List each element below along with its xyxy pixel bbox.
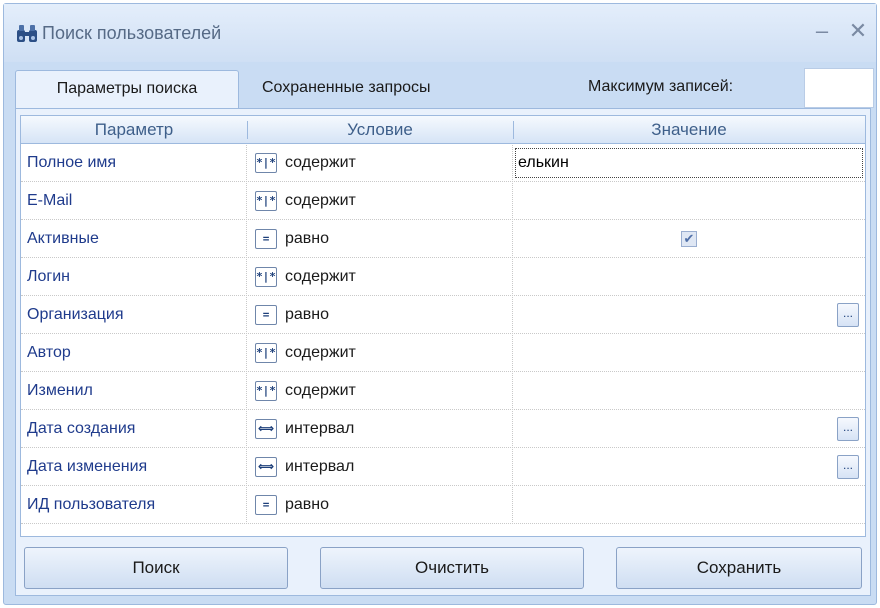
column-header-value[interactable]: Значение: [513, 116, 865, 144]
condition-cell[interactable]: ⟺ интервал: [247, 449, 513, 486]
search-users-window: Поиск пользователей – ✕ Параметры поиска…: [3, 3, 877, 605]
value-cell[interactable]: [513, 373, 865, 410]
condition-label: интервал: [285, 458, 355, 475]
search-button[interactable]: Поиск: [24, 547, 288, 589]
value-cell[interactable]: [513, 335, 865, 372]
grid-row-active[interactable]: Активные = равно ✔: [21, 221, 865, 258]
created-date-browse-button[interactable]: ...: [837, 417, 859, 441]
grid-row-modified-date[interactable]: Дата изменения ⟺ интервал ...: [21, 449, 865, 486]
max-records-label: Максимум записей:: [588, 78, 734, 95]
param-label: Организация: [21, 297, 247, 334]
param-label: Полное имя: [21, 145, 247, 182]
title-bar[interactable]: Поиск пользователей – ✕: [4, 4, 876, 62]
organization-browse-button[interactable]: ...: [837, 303, 859, 327]
modified-date-browse-button[interactable]: ...: [837, 455, 859, 479]
tab-strip: Параметры поиска Сохраненные запросы Мак…: [4, 62, 876, 108]
grid-row-created-date[interactable]: Дата создания ⟺ интервал ...: [21, 411, 865, 448]
search-parameters-panel: Параметр Условие Значение Полное имя *|*…: [15, 108, 871, 596]
param-label: Изменил: [21, 373, 247, 410]
param-label: E-Mail: [21, 183, 247, 220]
contains-icon[interactable]: *|*: [255, 381, 277, 401]
equals-icon[interactable]: =: [255, 229, 277, 249]
close-button[interactable]: ✕: [846, 19, 870, 43]
param-label: Автор: [21, 335, 247, 372]
condition-cell[interactable]: *|* содержит: [247, 145, 513, 182]
condition-cell[interactable]: = равно: [247, 297, 513, 334]
grid-row-author[interactable]: Автор *|* содержит: [21, 335, 865, 372]
parameters-grid: Параметр Условие Значение Полное имя *|*…: [20, 115, 866, 537]
interval-icon[interactable]: ⟺: [255, 419, 277, 439]
param-label: Активные: [21, 221, 247, 258]
value-cell[interactable]: ...: [513, 297, 865, 334]
condition-cell[interactable]: *|* содержит: [247, 373, 513, 410]
condition-cell[interactable]: *|* содержит: [247, 259, 513, 296]
condition-cell[interactable]: *|* содержит: [247, 183, 513, 220]
grid-row-email[interactable]: E-Mail *|* содержит: [21, 183, 865, 220]
condition-label: интервал: [285, 420, 355, 437]
value-cell[interactable]: [513, 145, 865, 182]
equals-icon[interactable]: =: [255, 495, 277, 515]
grid-row-user-id[interactable]: ИД пользователя = равно: [21, 487, 865, 524]
value-cell[interactable]: ...: [513, 411, 865, 448]
value-cell[interactable]: [513, 487, 865, 524]
contains-icon[interactable]: *|*: [255, 191, 277, 211]
contains-icon[interactable]: *|*: [255, 153, 277, 173]
param-label: Дата изменения: [21, 449, 247, 486]
condition-label: равно: [285, 496, 330, 513]
active-checkbox[interactable]: ✔: [681, 231, 697, 247]
grid-row-login[interactable]: Логин *|* содержит: [21, 259, 865, 296]
value-cell[interactable]: ✔: [513, 221, 865, 258]
column-header-parameter[interactable]: Параметр: [21, 116, 247, 144]
grid-row-full-name[interactable]: Полное имя *|* содержит: [21, 145, 865, 182]
column-header-condition[interactable]: Условие: [247, 116, 513, 144]
condition-cell[interactable]: *|* содержит: [247, 335, 513, 372]
param-label: Логин: [21, 259, 247, 296]
window-title: Поиск пользователей: [42, 23, 222, 43]
condition-label: содержит: [285, 268, 356, 285]
condition-label: содержит: [285, 192, 356, 209]
save-button[interactable]: Сохранить: [616, 547, 862, 589]
condition-label: равно: [285, 230, 330, 247]
grid-row-modified-by[interactable]: Изменил *|* содержит: [21, 373, 865, 410]
condition-cell[interactable]: = равно: [247, 487, 513, 524]
max-records-input[interactable]: [804, 68, 874, 108]
param-label: Дата создания: [21, 411, 247, 448]
grid-header: Параметр Условие Значение: [21, 116, 865, 144]
condition-label: содержит: [285, 154, 356, 171]
param-label: ИД пользователя: [21, 487, 247, 524]
condition-label: содержит: [285, 382, 356, 399]
grid-row-organization[interactable]: Организация = равно ...: [21, 297, 865, 334]
value-cell[interactable]: [513, 183, 865, 220]
minimize-button[interactable]: –: [810, 19, 834, 43]
value-cell[interactable]: [513, 259, 865, 296]
condition-label: содержит: [285, 344, 356, 361]
clear-button[interactable]: Очистить: [320, 547, 584, 589]
tab-search-parameters[interactable]: Параметры поиска: [15, 70, 239, 108]
condition-label: равно: [285, 306, 330, 323]
equals-icon[interactable]: =: [255, 305, 277, 325]
condition-cell[interactable]: ⟺ интервал: [247, 411, 513, 448]
full-name-value-input[interactable]: [515, 148, 863, 178]
contains-icon[interactable]: *|*: [255, 343, 277, 363]
tab-saved-queries[interactable]: Сохраненные запросы: [250, 70, 443, 108]
contains-icon[interactable]: *|*: [255, 267, 277, 287]
condition-cell[interactable]: = равно: [247, 221, 513, 258]
value-cell[interactable]: ...: [513, 449, 865, 486]
interval-icon[interactable]: ⟺: [255, 457, 277, 477]
binoculars-icon: [17, 25, 37, 42]
